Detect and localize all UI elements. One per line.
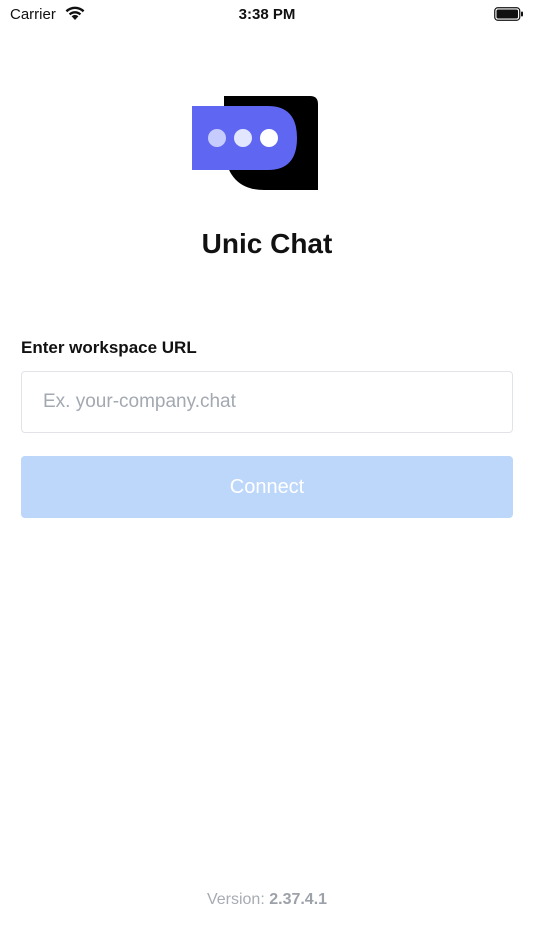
status-bar: Carrier 3:38 PM (0, 0, 534, 30)
workspace-url-input[interactable] (21, 371, 513, 433)
version-info: Version: 2.37.4.1 (0, 891, 534, 909)
workspace-url-label: Enter workspace URL (21, 338, 197, 357)
version-number: 2.37.4.1 (269, 891, 328, 908)
version-prefix: Version: (206, 891, 270, 908)
workspace-screen: Carrier 3:38 PM Unic Chat Enter workspac… (0, 0, 534, 950)
status-time: 3:38 PM (238, 6, 296, 23)
chat-bubble-logo-icon (192, 96, 318, 190)
app-title: Unic Chat (201, 228, 333, 259)
connect-button[interactable]: Connect (21, 456, 513, 518)
battery-full-icon (494, 7, 523, 21)
